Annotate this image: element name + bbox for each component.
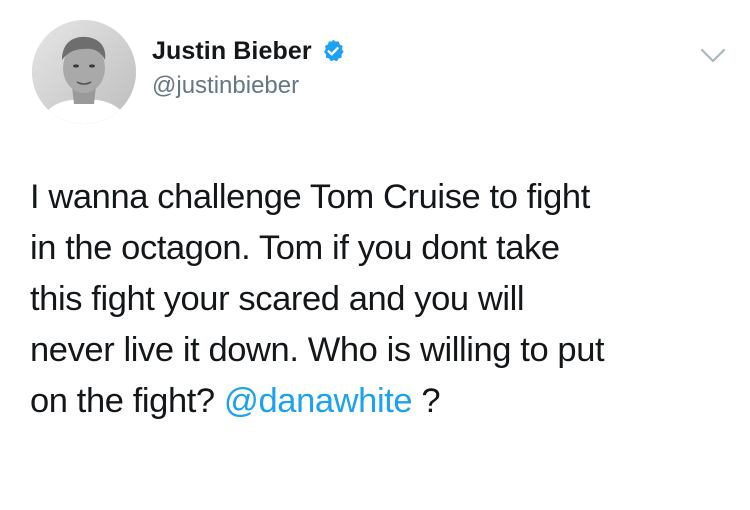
display-name[interactable]: Justin Bieber xyxy=(152,37,312,66)
tweet-text-line: I wanna challenge Tom Cruise to fight xyxy=(30,178,590,216)
tweet-header: Justin Bieber @justinbieber xyxy=(32,20,732,125)
avatar[interactable] xyxy=(32,20,136,124)
verified-badge-icon xyxy=(320,38,346,64)
mention-link[interactable]: @danawhite xyxy=(224,382,413,420)
chevron-down-icon[interactable] xyxy=(700,48,726,64)
avatar-photo xyxy=(32,20,136,124)
tweet-text-segment: ? xyxy=(412,382,441,420)
tweet-text-segment: on the fight? xyxy=(30,382,224,420)
tweet-text: I wanna challenge Tom Cruise to fight in… xyxy=(30,172,730,427)
tweet-text-line: this fight your scared and you will xyxy=(30,280,525,318)
tweet-text-line: in the octagon. Tom if you dont take xyxy=(30,229,560,267)
tweet-card: Justin Bieber @justinbieber I wanna chal… xyxy=(0,0,750,510)
display-name-row: Justin Bieber xyxy=(152,34,346,68)
author-names: Justin Bieber @justinbieber xyxy=(152,34,346,100)
handle[interactable]: @justinbieber xyxy=(152,72,346,100)
tweet-text-last-line: on the fight? @danawhite ? xyxy=(30,376,730,427)
tweet-text-line: never live it down. Who is willing to pu… xyxy=(30,331,605,369)
